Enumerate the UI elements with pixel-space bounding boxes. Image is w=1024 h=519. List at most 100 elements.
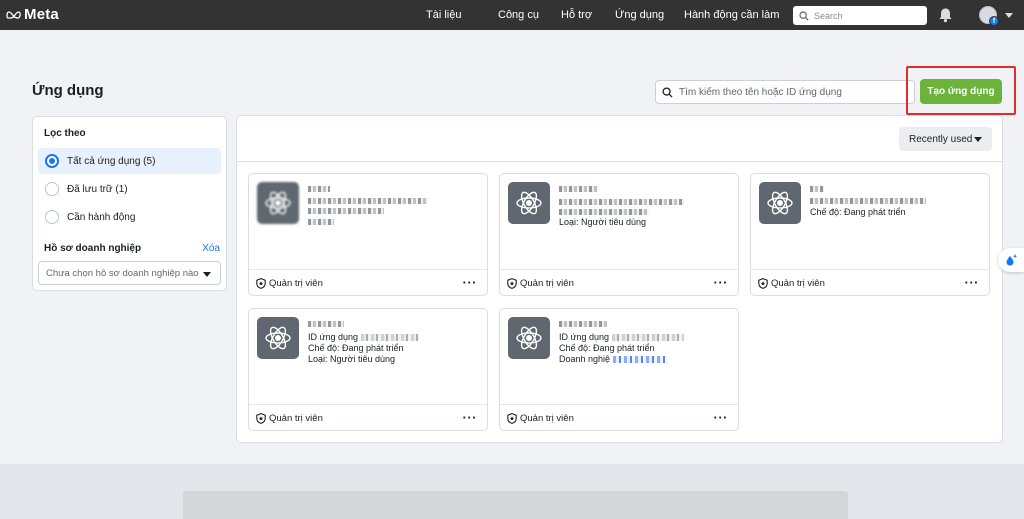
top-nav: Meta Tài liệu Công cụ Hỗ trợ Ứng dụng Hà… [0, 0, 1024, 30]
sparkle-drop-icon [1006, 254, 1018, 266]
chevron-down-icon [203, 272, 211, 277]
radio-unselected[interactable] [45, 182, 59, 196]
redacted-app-mode [308, 208, 384, 214]
business-profile-select[interactable]: Chưa chọn hồ sơ doanh nghiệp nào [38, 261, 221, 285]
filter-heading: Lọc theo [44, 128, 86, 139]
app-mode: Chế độ: Đang phát triển [810, 207, 906, 217]
filter-option-label: Tất cả ứng dụng (5) [67, 155, 156, 167]
apps-panel: Recently used Quản trị viên ··· Loại: Ng… [236, 115, 1003, 443]
footer-bar [183, 491, 848, 519]
app-mode: Chế độ: Đang phát triển [308, 343, 404, 353]
floating-helper[interactable] [998, 248, 1024, 272]
redacted-app-id [612, 334, 685, 342]
divider [751, 269, 989, 270]
more-options-icon[interactable]: ··· [463, 275, 478, 290]
app-atom-icon [257, 317, 299, 359]
radio-selected[interactable] [45, 154, 59, 168]
app-card[interactable]: Loại: Người tiêu dùng Quản trị viên ··· [499, 173, 739, 296]
redacted-app-id [361, 334, 420, 342]
filter-option-all[interactable]: Tất cả ứng dụng (5) [38, 148, 221, 174]
redacted-app-name [308, 186, 330, 192]
redacted-business-link[interactable] [613, 356, 668, 364]
shield-star-icon [256, 278, 266, 289]
app-id: ID ứng dụng [308, 332, 420, 342]
redacted-app-name [308, 321, 344, 327]
redacted-app-type [308, 219, 334, 225]
meta-infinity-icon [6, 10, 21, 19]
nav-link-apps[interactable]: Ứng dụng [615, 9, 664, 21]
filter-panel: Lọc theo Tất cả ứng dụng (5) Đã lưu trữ … [32, 116, 227, 291]
meta-logo[interactable]: Meta [6, 6, 59, 23]
role-label: Quản trị viên [269, 413, 323, 424]
chevron-down-icon [974, 137, 982, 142]
divider [249, 269, 487, 270]
role-admin: Quản trị viên [507, 278, 574, 289]
app-atom-icon [759, 182, 801, 224]
app-atom-icon [508, 182, 550, 224]
nav-link-tools[interactable]: Công cụ [498, 9, 539, 21]
page-title: Ứng dụng [32, 82, 104, 99]
divider [249, 404, 487, 405]
facebook-badge-icon: f [989, 16, 999, 26]
brand-name: Meta [24, 6, 59, 23]
divider [237, 161, 1002, 162]
shield-star-icon [507, 413, 517, 424]
top-search-input[interactable] [814, 10, 914, 21]
app-business-label: Doanh nghiệ [559, 354, 611, 364]
redacted-app-id [308, 198, 428, 204]
nav-link-actions[interactable]: Hành động cần làm [684, 9, 779, 21]
redacted-app-mode [559, 209, 649, 215]
app-id-label: ID ứng dụng [308, 332, 359, 342]
search-icon [662, 86, 673, 98]
create-app-button[interactable]: Tạo ứng dụng [920, 79, 1002, 104]
more-options-icon[interactable]: ··· [714, 410, 729, 425]
app-search-field[interactable] [655, 80, 915, 104]
role-label: Quản trị viên [269, 278, 323, 289]
role-admin: Quản trị viên [507, 413, 574, 424]
role-admin: Quản trị viên [256, 278, 323, 289]
app-search-input[interactable] [679, 86, 899, 98]
more-options-icon[interactable]: ··· [463, 410, 478, 425]
role-label: Quản trị viên [771, 278, 825, 289]
app-type: Loại: Người tiêu dùng [559, 217, 646, 227]
app-card[interactable]: ID ứng dụng Chế độ: Đang phát triển Loại… [248, 308, 488, 431]
app-card[interactable]: ID ứng dụng Chế độ: Đang phát triển Doan… [499, 308, 739, 431]
sort-label: Recently used [909, 133, 973, 145]
shield-star-icon [758, 278, 768, 289]
app-atom-icon [257, 182, 299, 224]
role-label: Quản trị viên [520, 413, 574, 424]
user-avatar[interactable]: f [979, 6, 999, 26]
top-search[interactable] [793, 6, 927, 25]
shield-star-icon [507, 278, 517, 289]
shield-star-icon [256, 413, 266, 424]
role-admin: Quản trị viên [758, 278, 825, 289]
filter-option-label: Đã lưu trữ (1) [67, 183, 128, 195]
redacted-app-name [810, 186, 824, 192]
clear-link[interactable]: Xóa [202, 243, 220, 254]
app-id-label: ID ứng dụng [559, 332, 610, 342]
app-business: Doanh nghiệ [559, 354, 668, 364]
chevron-down-icon[interactable] [1005, 13, 1013, 18]
redacted-app-name [559, 186, 599, 192]
more-options-icon[interactable]: ··· [714, 275, 729, 290]
filter-option-label: Cần hành động [67, 211, 136, 223]
more-options-icon[interactable]: ··· [965, 275, 980, 290]
bell-icon[interactable] [938, 7, 953, 23]
app-id: ID ứng dụng [559, 332, 685, 342]
redacted-app-id [810, 198, 926, 204]
app-card[interactable]: Chế độ: Đang phát triển Quản trị viên ··… [750, 173, 990, 296]
filter-option-needs-action[interactable]: Cần hành động [38, 204, 221, 230]
app-card[interactable]: Quản trị viên ··· [248, 173, 488, 296]
app-atom-icon [508, 317, 550, 359]
nav-link-support[interactable]: Hỗ trợ [561, 9, 592, 21]
search-icon [799, 10, 809, 21]
nav-link-docs[interactable]: Tài liệu [426, 9, 461, 21]
business-profile-select-value: Chưa chọn hồ sơ doanh nghiệp nào [46, 267, 199, 279]
filter-option-archived[interactable]: Đã lưu trữ (1) [38, 176, 221, 202]
radio-unselected[interactable] [45, 210, 59, 224]
sort-dropdown[interactable]: Recently used [899, 127, 992, 151]
app-mode: Chế độ: Đang phát triển [559, 343, 655, 353]
redacted-app-id [559, 199, 684, 205]
business-profile-heading: Hồ sơ doanh nghiệp [44, 243, 142, 254]
role-admin: Quản trị viên [256, 413, 323, 424]
